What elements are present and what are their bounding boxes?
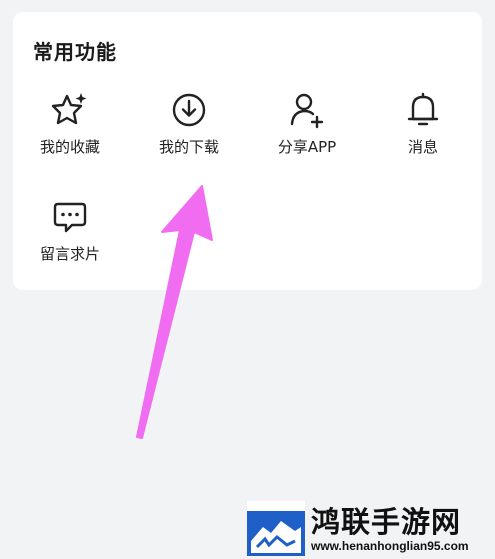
section-title: 常用功能 bbox=[33, 40, 117, 64]
download-icon bbox=[172, 93, 206, 127]
star-sparkle-icon bbox=[51, 93, 87, 125]
common-functions-card: 常用功能 我的收藏 我的下载 分享APP 消息 留言求片 bbox=[13, 12, 482, 290]
request-movie-button[interactable]: 留言求片 bbox=[20, 195, 120, 285]
user-add-icon bbox=[290, 93, 324, 129]
watermark: 鸿联手游网 www.henanhonglian95.com bbox=[247, 498, 495, 559]
request-movie-label: 留言求片 bbox=[39, 245, 100, 263]
bell-icon bbox=[407, 92, 439, 126]
chat-bubble-icon bbox=[53, 202, 87, 233]
watermark-logo bbox=[247, 501, 305, 556]
share-app-button[interactable]: 分享APP bbox=[257, 88, 357, 178]
my-favorites-button[interactable]: 我的收藏 bbox=[20, 88, 120, 178]
watermark-url: www.henanhonglian95.com bbox=[311, 538, 469, 553]
my-downloads-button[interactable]: 我的下载 bbox=[139, 88, 239, 178]
my-downloads-label: 我的下载 bbox=[158, 138, 219, 156]
watermark-name: 鸿联手游网 bbox=[311, 504, 462, 539]
my-favorites-label: 我的收藏 bbox=[39, 138, 100, 156]
messages-label: 消息 bbox=[407, 138, 438, 156]
share-app-label: 分享APP bbox=[277, 138, 337, 156]
page: 常用功能 我的收藏 我的下载 分享APP 消息 留言求片 鸿联手游网 www.h… bbox=[0, 0, 495, 559]
messages-button[interactable]: 消息 bbox=[373, 88, 473, 178]
